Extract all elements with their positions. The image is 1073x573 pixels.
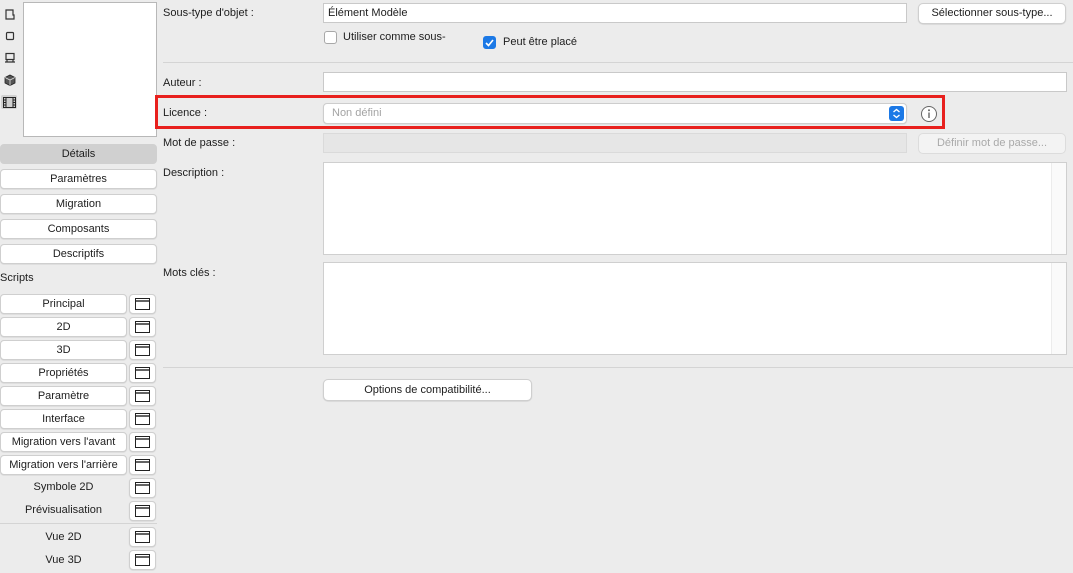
open-window-icon[interactable] — [129, 478, 156, 498]
keywords-textarea[interactable] — [323, 262, 1067, 355]
use-as-sub-label: Utiliser comme sous- — [343, 31, 446, 43]
nav-parameters-button[interactable]: Paramètres — [0, 169, 157, 189]
script-3d-button[interactable]: 3D — [0, 340, 127, 360]
checkmark-icon — [485, 38, 494, 47]
script-backward-migration-button[interactable]: Migration vers l'arrière — [0, 455, 127, 475]
open-window-icon[interactable] — [129, 340, 156, 360]
open-window-icon[interactable] — [129, 363, 156, 383]
scripts-heading: Scripts — [0, 272, 34, 284]
placeable-label: Peut être placé — [503, 36, 577, 48]
script-preview-button[interactable]: Prévisualisation — [0, 500, 127, 520]
open-window-icon[interactable] — [129, 409, 156, 429]
film-strip-icon[interactable] — [1, 95, 17, 109]
set-password-button[interactable]: Définir mot de passe... — [918, 133, 1066, 154]
description-scrollbar[interactable] — [1051, 163, 1066, 254]
password-field — [323, 133, 907, 153]
select-subtype-button[interactable]: Sélectionner sous-type... — [918, 3, 1066, 24]
nav-details-button[interactable]: Détails — [0, 144, 157, 164]
nav-components-button[interactable]: Composants — [0, 219, 157, 239]
form-divider — [163, 62, 1073, 63]
script-2d-button[interactable]: 2D — [0, 317, 127, 337]
use-as-sub-checkbox[interactable] — [324, 31, 337, 44]
author-input[interactable] — [323, 72, 1067, 92]
license-select-value: Non défini — [332, 107, 382, 119]
nav-descriptives-button[interactable]: Descriptifs — [0, 244, 157, 264]
open-window-icon[interactable] — [129, 527, 156, 547]
form-divider — [163, 367, 1073, 368]
author-label: Auteur : — [163, 77, 202, 89]
open-window-icon[interactable] — [129, 432, 156, 452]
password-label: Mot de passe : — [163, 137, 236, 149]
cube-icon[interactable] — [3, 73, 16, 86]
floor-plan-icon[interactable] — [3, 51, 16, 64]
open-window-icon[interactable] — [129, 501, 156, 521]
placeable-checkbox[interactable] — [483, 36, 496, 49]
keywords-scrollbar[interactable] — [1051, 263, 1066, 354]
script-2d-symbol-button[interactable]: Symbole 2D — [0, 477, 127, 497]
scripts-divider — [0, 523, 157, 524]
script-3d-view-button[interactable]: Vue 3D — [0, 550, 127, 570]
license-select[interactable]: Non défini — [323, 103, 907, 124]
subtype-label: Sous-type d'objet : — [163, 7, 254, 19]
open-window-icon[interactable] — [129, 550, 156, 570]
object-preview — [23, 2, 157, 137]
square-icon[interactable] — [3, 29, 16, 42]
box-outline-icon[interactable] — [3, 8, 16, 21]
script-main-button[interactable]: Principal — [0, 294, 127, 314]
compatibility-options-button[interactable]: Options de compatibilité... — [323, 379, 532, 401]
open-window-icon[interactable] — [129, 317, 156, 337]
subtype-field: Élément Modèle — [323, 3, 907, 23]
description-textarea[interactable] — [323, 162, 1067, 255]
description-label: Description : — [163, 167, 225, 179]
chevron-updown-icon — [889, 106, 904, 121]
open-window-icon[interactable] — [129, 455, 156, 475]
nav-migration-button[interactable]: Migration — [0, 194, 157, 214]
script-parameter-button[interactable]: Paramètre — [0, 386, 127, 406]
script-properties-button[interactable]: Propriétés — [0, 363, 127, 383]
info-icon[interactable] — [920, 105, 938, 123]
keywords-label: Mots clés : — [163, 267, 216, 279]
script-2d-view-button[interactable]: Vue 2D — [0, 527, 127, 547]
script-interface-button[interactable]: Interface — [0, 409, 127, 429]
script-forward-migration-button[interactable]: Migration vers l'avant — [0, 432, 127, 452]
open-window-icon[interactable] — [129, 386, 156, 406]
license-label: Licence : — [163, 107, 208, 119]
open-window-icon[interactable] — [129, 294, 156, 314]
